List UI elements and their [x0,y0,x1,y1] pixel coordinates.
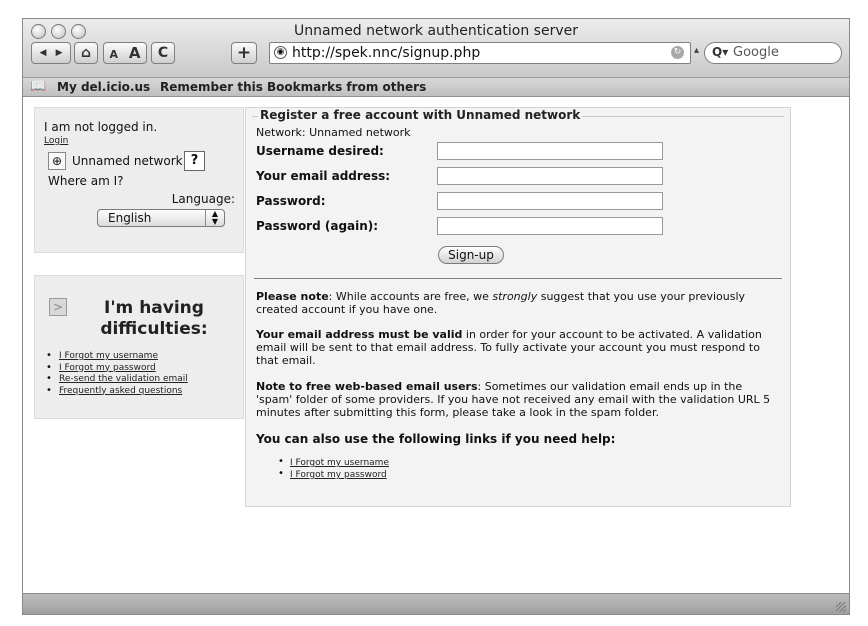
username-field[interactable] [437,142,663,160]
note-accounts-bold: Please note [256,290,329,303]
resize-grip-icon[interactable] [836,602,846,612]
address-dropdown-icon[interactable]: ▴ [694,45,699,56]
text-size-group: A A [103,42,147,64]
back-forward-group: ◀ ▶ [31,42,71,64]
snapback-icon[interactable]: ↻ [671,46,684,59]
difficulties-heading: I'm having difficulties: [73,298,235,340]
note-email-valid: Your email address must be valid in orde… [256,328,780,367]
status-bar [23,593,849,614]
difficulties-box: > I'm having difficulties: I Forgot my u… [34,275,244,419]
language-value: English [108,211,152,225]
reload-icon: C [157,45,169,61]
search-field[interactable]: Q▾ Google [704,42,842,64]
plus-icon: + [236,43,252,63]
network-line: Network: Unnamed network [256,126,411,139]
login-link[interactable]: Login [44,136,68,146]
note-spam-bold: Note to free web-based email users [256,380,478,393]
text-bigger-button[interactable]: A [129,44,141,62]
search-icon[interactable]: Q▾ [712,45,728,59]
registration-panel: Register a free account with Unnamed net… [245,107,791,507]
email-label: Your email address: [256,169,391,183]
password-label: Password: [256,194,326,208]
book-icon[interactable]: 📖 [30,79,46,94]
login-status: I am not logged in. [44,120,158,134]
forgot-username-link[interactable]: I Forgot my username [290,458,389,468]
globe-icon[interactable]: ⊕ [48,152,66,170]
back-icon[interactable]: ◀ [40,48,47,58]
address-input[interactable]: http://spek.nnc/signup.php [292,45,480,61]
bookmark-item[interactable]: Bookmarks from others [267,80,426,94]
divider [254,278,782,279]
text-smaller-button[interactable]: A [110,48,119,61]
reload-button[interactable]: C [151,42,175,64]
login-status-box: I am not logged in. Login ⊕ Unnamed netw… [34,107,244,253]
email-field[interactable] [437,167,663,185]
forgot-password-link[interactable]: I Forgot my password [290,470,387,480]
home-icon: ⌂ [80,45,92,61]
note-accounts-text-a: : While accounts are free, we [328,290,493,303]
window-title: Unnamed network authentication server [293,23,578,39]
form-legend: Register a free account with Unnamed net… [258,108,583,122]
note-email-bold: Your email address must be valid [256,328,463,341]
faq-link[interactable]: Frequently asked questions [59,386,182,396]
note-spam: Note to free web-based email users: Some… [256,380,780,419]
help-button[interactable]: ? [184,151,205,171]
heading-line-2: difficulties: [100,319,208,339]
select-arrows-icon: ▲ ▼ [205,210,224,226]
page-content: I am not logged in. Login ⊕ Unnamed netw… [23,97,849,593]
forgot-username-link[interactable]: I Forgot my username [59,351,158,361]
arrow-right-icon[interactable]: > [49,298,67,316]
username-label: Username desired: [256,144,384,158]
password-again-field[interactable] [437,217,663,235]
bookmark-item[interactable]: Remember this [160,80,263,94]
note-accounts: Please note: While accounts are free, we… [256,290,780,316]
address-bar[interactable]: ◉ http://spek.nnc/signup.php ↻ [269,42,691,64]
difficulties-links: I Forgot my username I Forgot my passwor… [46,350,188,397]
site-icon: ◉ [274,46,287,59]
note-accounts-emphasis: strongly [492,290,538,303]
password-again-label: Password (again): [256,219,379,233]
help-heading: You can also use the following links if … [256,432,616,446]
search-placeholder: Google [733,45,779,60]
bookmark-item[interactable]: My del.icio.us [57,80,150,94]
language-label: Language: [171,192,235,206]
language-select[interactable]: English ▲ ▼ [97,209,225,227]
resend-validation-link[interactable]: Re-send the validation email [59,374,188,384]
bookmarks-bar: 📖 My del.icio.us Remember this Bookmarks… [23,78,849,97]
home-button[interactable]: ⌂ [74,42,98,64]
add-bookmark-button[interactable]: + [231,42,257,64]
help-links: I Forgot my username I Forgot my passwor… [278,456,389,481]
forward-icon[interactable]: ▶ [56,48,63,58]
heading-line-1: I'm having [104,298,204,318]
network-name[interactable]: Unnamed network [72,154,183,168]
password-field[interactable] [437,192,663,210]
signup-button[interactable]: Sign-up [438,246,504,264]
where-am-i-link[interactable]: Where am I? [48,174,124,188]
forgot-password-link[interactable]: I Forgot my password [59,363,156,373]
title-bar: Unnamed network authentication server ◀ … [23,19,849,78]
browser-window: Unnamed network authentication server ◀ … [22,18,850,615]
